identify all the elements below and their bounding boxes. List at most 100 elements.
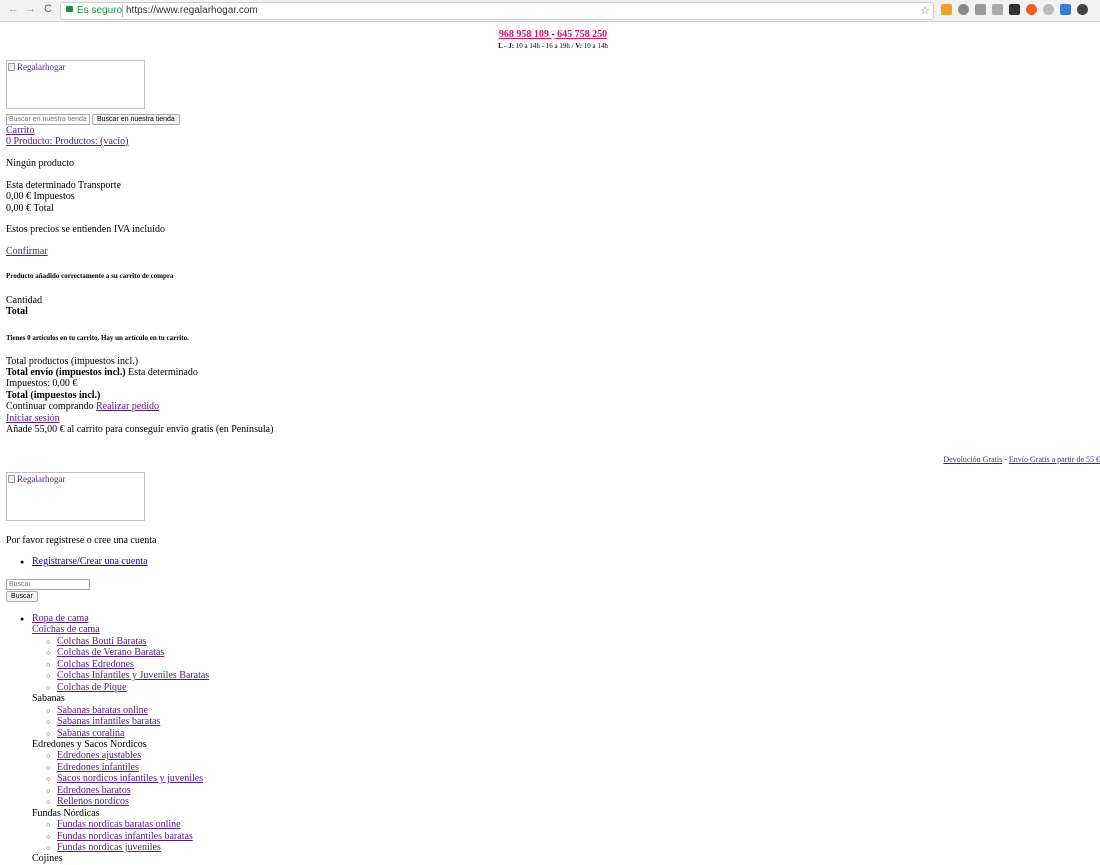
extension-gear-icon[interactable]	[1043, 4, 1054, 15]
logo-alt-text: Regalarhogar	[17, 62, 66, 72]
checkout-link[interactable]: Realizar pedido	[96, 401, 159, 412]
top-search-button[interactable]: Buscar en nuestra tienda	[92, 114, 180, 125]
register-link[interactable]: Registrarse/Crear una cuenta	[32, 556, 148, 568]
menu-subitem-link[interactable]: Sabanas infantiles baratas	[57, 716, 160, 728]
bullet-circle-icon: ○	[46, 821, 51, 830]
extension-download-icon[interactable]	[1060, 4, 1071, 15]
menu-group-title: Cojines	[32, 853, 63, 865]
secure-label: Es seguro	[77, 5, 123, 16]
opening-hours: L - J: 10 a 14h - 16 a 19h / V: 10 a 14h	[6, 41, 1100, 53]
bullet-circle-icon: ○	[46, 637, 51, 646]
address-bar[interactable]: Es seguro https://www.regalarhogar.com ☆	[60, 2, 934, 20]
bullet-circle-icon: ○	[46, 763, 51, 772]
bullet-circle-icon: ○	[46, 775, 51, 784]
bullet-circle-icon: ○	[46, 718, 51, 727]
forward-arrow-icon[interactable]: →	[25, 3, 36, 15]
side-search-button[interactable]: Buscar	[6, 591, 38, 602]
layer-taxes-text: Impuestos: 0,00 €	[6, 378, 78, 389]
side-search-input[interactable]	[6, 579, 90, 590]
total-shipping-row: Total envío (impuestos incl.) Esta deter…	[6, 367, 198, 379]
free-returns-link[interactable]: Devolución Gratis	[943, 455, 1002, 464]
cart-title-link[interactable]: Carrito	[6, 125, 34, 137]
promo-line: Devolución Gratis - Envío Gratis a parti…	[943, 454, 1100, 466]
extension-rss-icon[interactable]	[941, 4, 952, 15]
menu-subitem-link[interactable]: Sacos nordicos infantiles y juveniles	[57, 773, 203, 785]
menu-subitem-link[interactable]: Sabanas baratas online	[57, 705, 148, 717]
bullet-disc-icon: ●	[20, 615, 25, 623]
broken-image-icon	[8, 475, 15, 483]
address-divider	[122, 5, 123, 17]
items-in-cart-heading: Tienes 0 artículos en tu carrito. Hay un…	[6, 334, 189, 342]
menu-subitem-link[interactable]: Sabanas coralina	[57, 728, 124, 740]
extension-puzzle-icon[interactable]	[975, 4, 986, 15]
cart-total-text: 0,00 € Total	[6, 203, 54, 214]
phone-numbers: 968 958 109 - 645 758 250	[6, 29, 1100, 41]
menu-subitem-link[interactable]: Fundas nordicas infantiles baratas	[57, 831, 193, 843]
iva-note: Estos precios se entienden IVA incluído	[6, 224, 165, 235]
extension-balloon-icon[interactable]	[958, 4, 969, 15]
menu-subitem-link[interactable]: Edredones ajustables	[57, 750, 141, 762]
promo-separator: -	[1002, 455, 1009, 464]
bullet-circle-icon: ○	[46, 786, 51, 795]
bookmark-star-icon[interactable]: ☆	[920, 3, 930, 19]
extension-grid-icon[interactable]	[992, 4, 1003, 15]
free-shipping-link[interactable]: Envío Gratis a partir de 55 €	[1009, 455, 1100, 464]
total-shipping-label: Total envío (impuestos incl.)	[6, 367, 126, 378]
menu-group-title: Edredones y Sacos Nordicos	[32, 738, 147, 750]
bullet-disc-icon: ●	[20, 558, 25, 566]
broken-image-icon	[8, 63, 15, 71]
bullet-circle-icon: ○	[46, 832, 51, 841]
menu-subitem-link[interactable]: Edredones infantiles	[57, 762, 139, 774]
hours-v: 10 a 14h	[582, 42, 608, 50]
hours-lj-label: L - J:	[498, 42, 515, 50]
menu-group-title[interactable]: Colchas de cama	[32, 624, 100, 636]
menu-subitem-link[interactable]: Colchas Infantiles y Juveniles Baratas	[57, 670, 209, 682]
menu-subitem-link[interactable]: Colchas de Verano Baratas	[57, 647, 164, 659]
quantity-label: Cantidad	[6, 295, 43, 306]
free-shipping-note: Añade 55,00 € al carrito para conseguir …	[6, 424, 274, 435]
menu-subitem-link[interactable]: Rellenos nordicos	[57, 796, 129, 808]
login-link[interactable]: Iniciar sesión	[6, 413, 60, 425]
register-prompt: Por favor regístrese o cree una cuenta	[6, 535, 157, 546]
browser-toolbar: ← → C Es seguro https://www.regalarhogar…	[0, 0, 1100, 22]
site-logo-secondary[interactable]: Regalarhogar	[6, 472, 145, 521]
menu-group-title: Sabanas	[32, 693, 65, 705]
menu-subitem-link[interactable]: Fundas nordicas baratas online	[57, 819, 181, 831]
settings-gear-icon[interactable]	[1077, 4, 1088, 15]
bullet-circle-icon: ○	[46, 660, 51, 669]
menu-subitem-link[interactable]: Colchas Bouti Baratas	[57, 636, 146, 648]
cart-shipping-text: Esta determinado Transporte	[6, 180, 121, 191]
cart-empty-text: Ningún producto	[6, 158, 75, 169]
back-arrow-icon[interactable]: ←	[8, 3, 19, 15]
cart-summary-link[interactable]: 0 Producto: Productos: (vacío)	[6, 136, 128, 148]
extension-m-icon[interactable]	[1009, 4, 1020, 15]
menu-subitem-link[interactable]: Colchas de Pique	[57, 682, 126, 694]
menu-root-ropa-de-cama[interactable]: Ropa de cama	[32, 613, 89, 625]
phone-2-link[interactable]: 645 758 250	[555, 29, 607, 40]
cart-taxes-text: 0,00 € Impuestos	[6, 191, 75, 202]
bullet-circle-icon: ○	[46, 706, 51, 715]
url-text[interactable]: https://www.regalarhogar.com	[126, 3, 258, 19]
total-shipping-value: Esta determinado	[125, 367, 198, 378]
product-added-heading: Producto añadido correctamente a su carr…	[6, 272, 174, 280]
total-tax-incl-label: Total (impuestos incl.)	[6, 390, 101, 401]
total-products-text: Total productos (impuestos incl.)	[6, 356, 139, 367]
logo-alt-text: Regalarhogar	[17, 474, 66, 484]
total-label: Total	[6, 306, 28, 317]
lock-icon	[66, 6, 73, 12]
checkout-row: Continuar comprando Realizar pedido	[6, 401, 159, 413]
top-search-input[interactable]	[6, 114, 90, 125]
continue-shopping[interactable]: Continuar comprando	[6, 401, 96, 412]
extension-orange-icon[interactable]	[1026, 4, 1037, 15]
reload-icon[interactable]: C	[44, 3, 52, 15]
hours-lj: 10 a 14h - 16 a 19h /	[514, 42, 576, 50]
confirm-link[interactable]: Confirmar	[6, 246, 48, 258]
bullet-circle-icon: ○	[46, 649, 51, 658]
menu-group-title: Fundas Nórdicas	[32, 807, 100, 819]
site-logo[interactable]: Regalarhogar	[6, 60, 145, 109]
menu-subitem-link[interactable]: Fundas nordicas juveniles	[57, 842, 161, 854]
menu-subitem-link[interactable]: Edredones baratos	[57, 785, 131, 797]
menu-subitem-link[interactable]: Colchas Edredones	[57, 659, 134, 671]
phone-1-link[interactable]: 968 958 109	[499, 29, 552, 40]
bullet-circle-icon: ○	[46, 672, 51, 681]
